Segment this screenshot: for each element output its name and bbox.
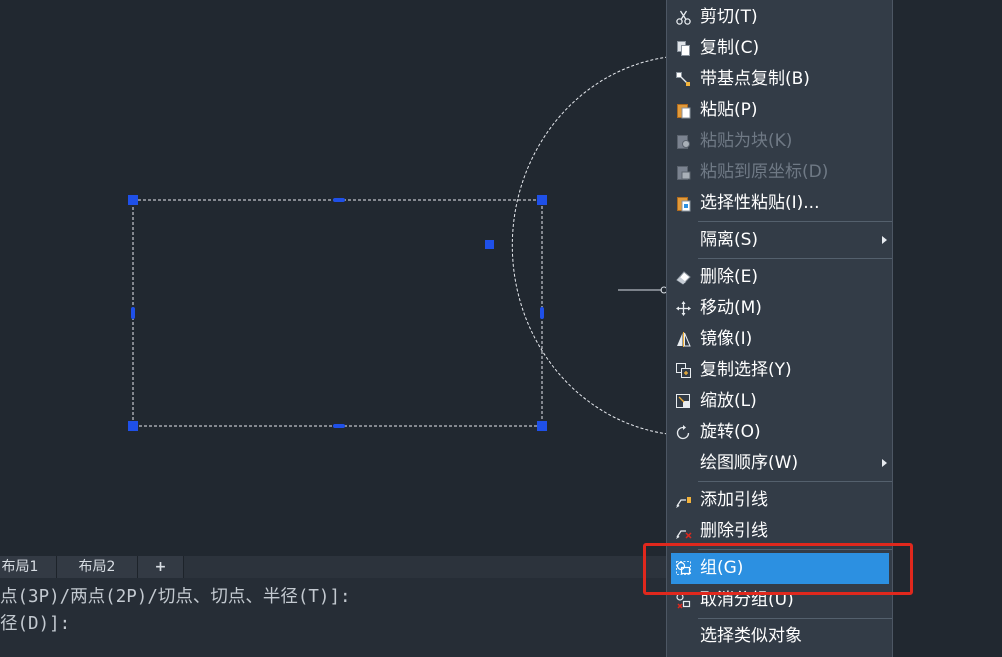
selected-rectangle[interactable]: [132, 199, 543, 427]
menu-item-draw-order[interactable]: 绘图顺序(W): [667, 448, 892, 479]
menu-item-label: 选择性粘贴(I)...: [700, 193, 820, 213]
submenu-arrow-icon: [882, 236, 887, 244]
remove-leader-icon: [676, 530, 692, 539]
menu-item-delete[interactable]: 删除(E): [667, 262, 892, 293]
menu-item-label: 带基点复制(B): [700, 69, 810, 89]
menu-item-add-leader[interactable]: 添加引线: [667, 485, 892, 516]
menu-item-label: 添加引线: [700, 490, 768, 510]
scale-icon: [676, 394, 690, 408]
grip-mid-top[interactable]: [333, 198, 345, 202]
menu-item-scale[interactable]: 缩放(L): [667, 386, 892, 417]
menu-item-paste-as-block[interactable]: 粘贴为块(K): [667, 126, 892, 157]
menu-item-mirror[interactable]: 镜像(I): [667, 324, 892, 355]
menu-item-paste[interactable]: 粘贴(P): [667, 95, 892, 126]
layout-tabs-bar: 布局1 布局2 +: [0, 556, 666, 578]
add-leader-icon: [676, 497, 691, 508]
menu-item-label: 粘贴(P): [700, 100, 758, 120]
paste-icon: [677, 104, 691, 119]
menu-item-select-similar[interactable]: 选择类似对象: [667, 621, 892, 652]
paste-as-block-icon: [677, 135, 690, 149]
menu-item-copy[interactable]: 复制(C): [667, 33, 892, 64]
highlight-annotation-box: [643, 543, 913, 595]
grip-circle-quadrant[interactable]: [485, 240, 494, 249]
grip-mid-bottom[interactable]: [333, 424, 345, 428]
menu-item-paste-to-original-coords[interactable]: 粘贴到原坐标(D): [667, 157, 892, 188]
menu-separator: [698, 481, 892, 482]
grip-corner-bl[interactable]: [128, 421, 138, 431]
menu-item-cut[interactable]: 剪切(T): [667, 2, 892, 33]
menu-item-copy-with-basepoint[interactable]: 带基点复制(B): [667, 64, 892, 95]
grip-corner-tl[interactable]: [128, 195, 138, 205]
menu-item-label: 镜像(I): [700, 329, 753, 349]
submenu-arrow-icon: [882, 459, 887, 467]
menu-item-label: 移动(M): [700, 298, 762, 318]
move-icon: [676, 301, 691, 316]
menu-item-copy-selection[interactable]: 复制选择(Y): [667, 355, 892, 386]
copy-selection-icon: [676, 363, 691, 378]
menu-item-label: 删除(E): [700, 267, 759, 287]
menu-item-label: 隔离(S): [700, 230, 759, 250]
menu-item-label: 绘图顺序(W): [700, 453, 799, 473]
menu-item-isolate[interactable]: 隔离(S): [667, 225, 892, 256]
grip-mid-right[interactable]: [540, 307, 544, 319]
menu-item-label: 粘贴为块(K): [700, 131, 793, 151]
command-line-area[interactable]: 点(3P)/两点(2P)/切点、切点、半径(T)]: 径(D)]:: [0, 578, 666, 657]
menu-item-rotate[interactable]: 旋转(O): [667, 417, 892, 448]
grip-mid-left[interactable]: [131, 307, 135, 319]
menu-item-label: 旋转(O): [700, 422, 761, 442]
paste-special-icon: [677, 197, 691, 212]
menu-item-label: 缩放(L): [700, 391, 757, 411]
menu-separator: [698, 221, 892, 222]
menu-item-paste-special[interactable]: 选择性粘贴(I)...: [667, 188, 892, 219]
menu-item-move[interactable]: 移动(M): [667, 293, 892, 324]
command-prompt-line-1: 点(3P)/两点(2P)/切点、切点、半径(T)]:: [0, 587, 351, 607]
grip-corner-br[interactable]: [537, 421, 547, 431]
menu-item-label: 复制选择(Y): [700, 360, 792, 380]
menu-item-label: 剪切(T): [700, 7, 758, 27]
menu-item-label: 粘贴到原坐标(D): [700, 162, 829, 182]
menu-separator: [698, 258, 892, 259]
rotate-icon: [676, 425, 690, 440]
mirror-icon: [677, 332, 691, 347]
menu-item-label: 复制(C): [700, 38, 760, 58]
tab-layout-1[interactable]: 布局1: [0, 556, 57, 578]
scissors-icon: [676, 10, 691, 25]
grip-corner-tr[interactable]: [537, 195, 547, 205]
menu-item-label: 选择类似对象: [700, 626, 802, 646]
selected-circle[interactable]: [511, 56, 669, 435]
copy-with-basepoint-icon: [676, 72, 690, 86]
add-layout-button[interactable]: +: [138, 556, 184, 578]
tab-layout-2[interactable]: 布局2: [57, 556, 138, 578]
paste-to-original-coords-icon: [677, 166, 691, 180]
copy-icon: [677, 41, 690, 56]
command-prompt-line-2: 径(D)]:: [0, 614, 71, 634]
menu-separator: [698, 618, 892, 619]
eraser-icon: [676, 271, 691, 285]
